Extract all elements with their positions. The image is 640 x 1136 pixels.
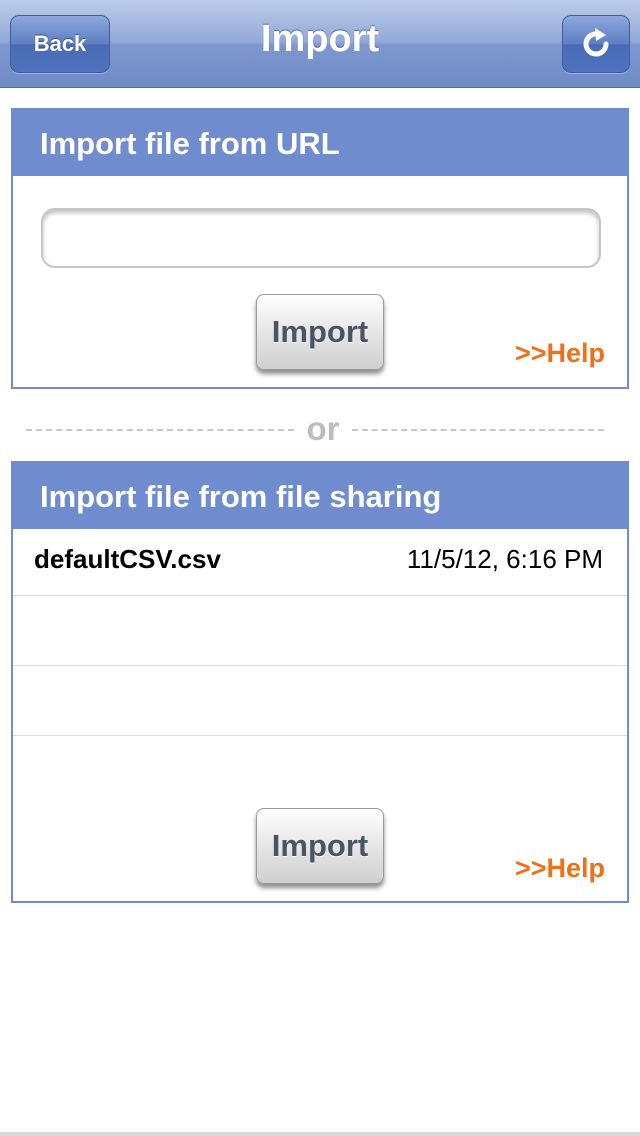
page-title: Import <box>260 18 380 60</box>
file-sharing-panel: Import file from file sharing defaultCSV… <box>11 461 629 903</box>
url-import-button[interactable]: Import <box>256 294 384 370</box>
navigation-bar: Back Import <box>0 0 640 88</box>
separator-label: or <box>306 410 340 447</box>
sharing-help-link[interactable]: >>Help <box>515 853 605 884</box>
url-input[interactable] <box>41 208 601 268</box>
sharing-panel-header: Import file from file sharing <box>13 463 627 529</box>
url-import-panel: Import file from URL Import >>Help <box>11 108 629 389</box>
separator-line-left <box>26 429 294 431</box>
bottom-divider <box>0 1132 640 1136</box>
url-panel-header: Import file from URL <box>13 110 627 176</box>
separator-line-right <box>352 429 604 431</box>
refresh-icon <box>583 28 609 57</box>
file-list-item[interactable] <box>13 666 627 736</box>
url-help-link[interactable]: >>Help <box>515 338 605 369</box>
sharing-import-button[interactable]: Import <box>256 808 384 884</box>
file-list-item[interactable] <box>13 596 627 666</box>
file-name: defaultCSV.csv <box>34 544 221 574</box>
file-date: 11/5/12, 6:16 PM <box>406 544 603 574</box>
or-separator: or <box>0 408 640 448</box>
file-list-item[interactable]: defaultCSV.csv 11/5/12, 6:16 PM <box>13 526 627 596</box>
refresh-button[interactable] <box>562 15 630 73</box>
